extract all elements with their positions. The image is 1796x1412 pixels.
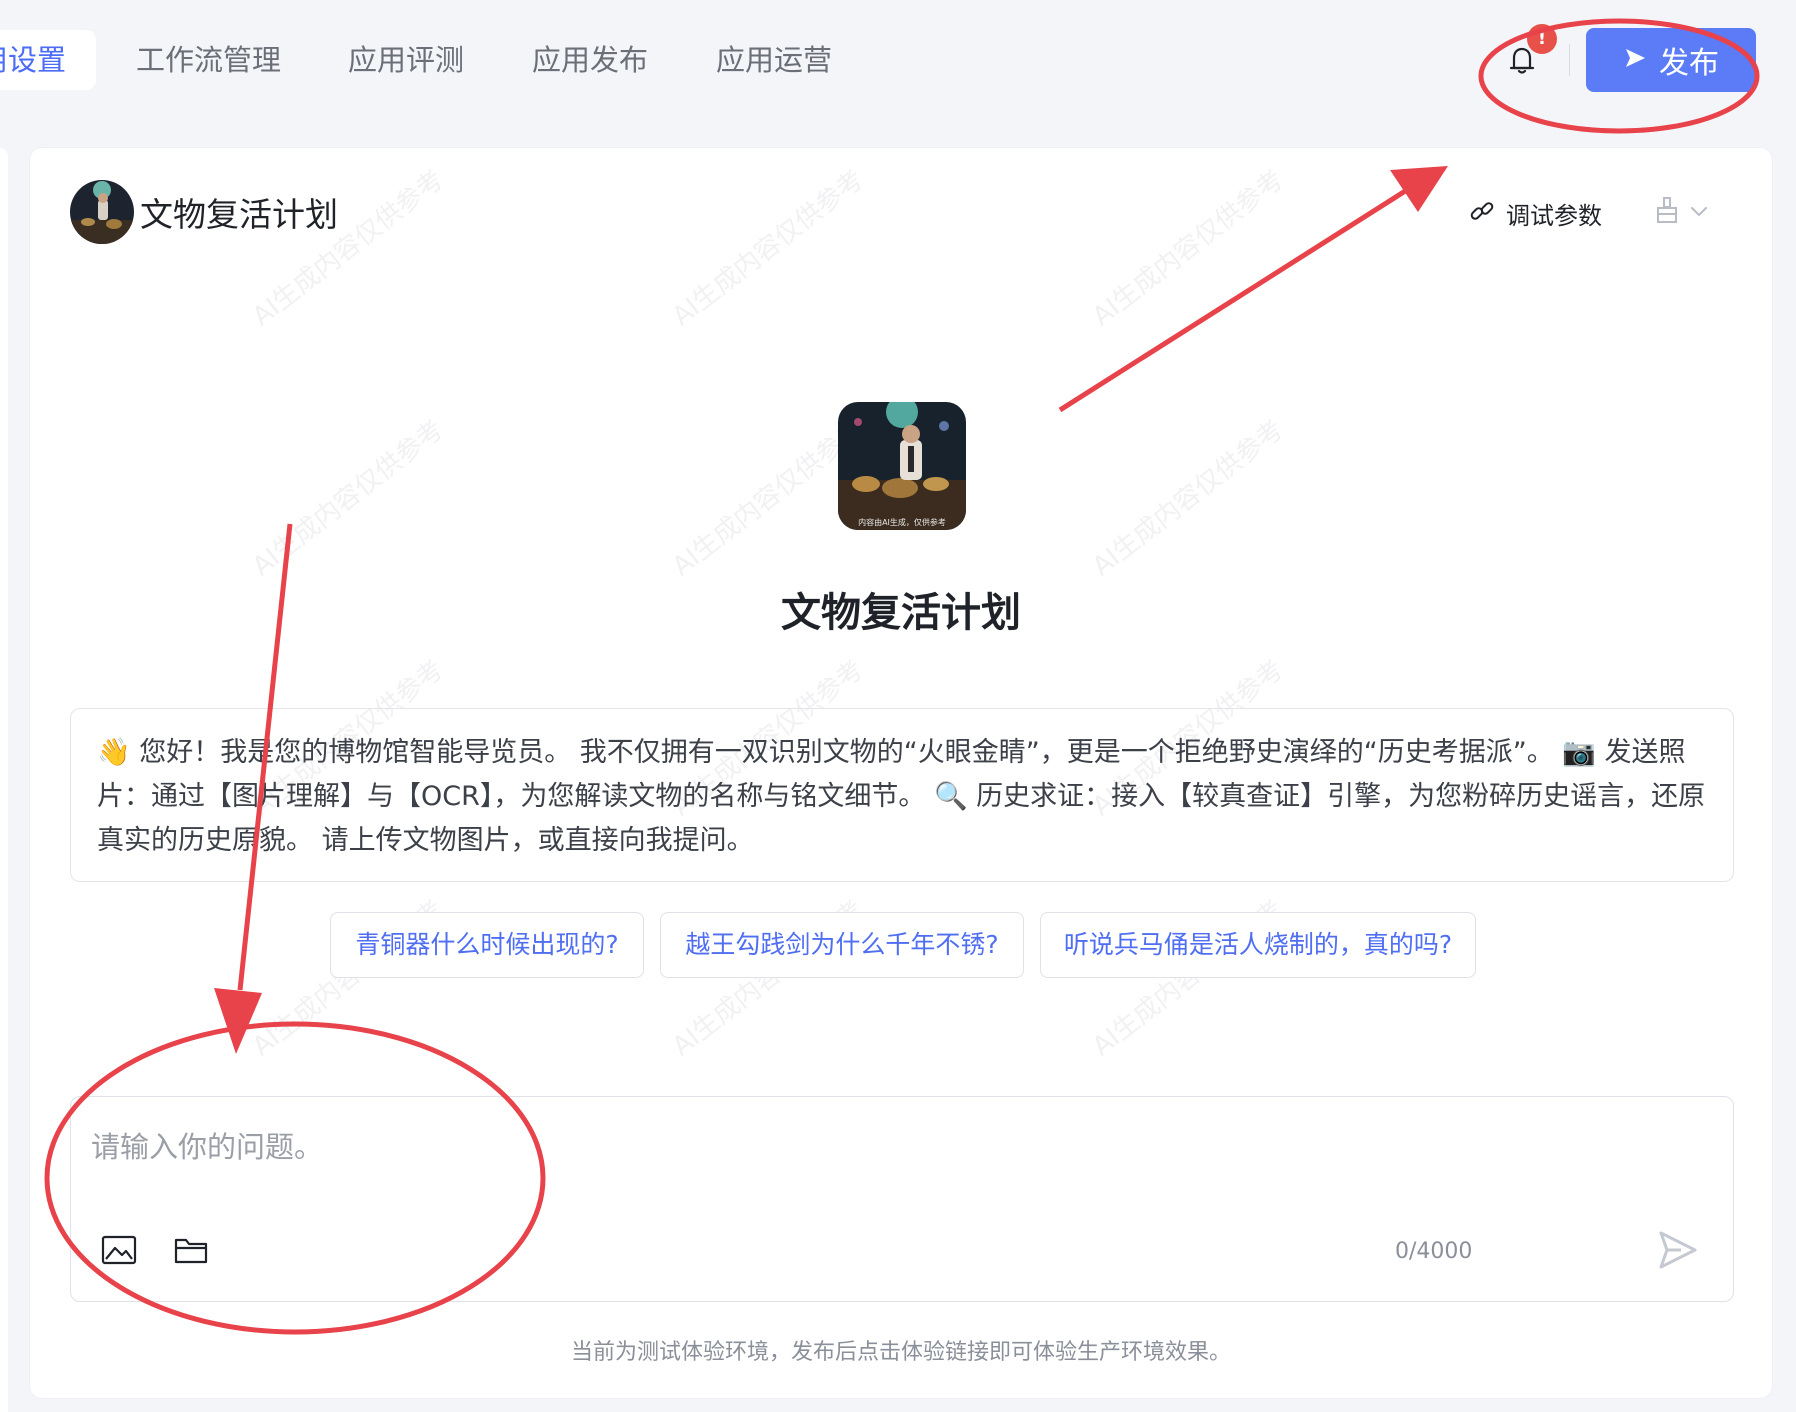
- link-icon: [1468, 197, 1496, 231]
- app-cover-image: 内容由AI生成，仅供参考: [838, 402, 966, 530]
- environment-note: 当前为测试体验环境，发布后点击体验链接即可体验生产环境效果。: [570, 1340, 1231, 1365]
- tab-app-operations[interactable]: 应用运营: [716, 30, 832, 90]
- chat-preview-card: AI生成内容仅供参考 AI生成内容仅供参考 AI生成内容仅供参考 AI生成内容仅…: [30, 148, 1772, 1398]
- send-arrow-icon: [1623, 43, 1647, 78]
- tab-app-settings[interactable]: 用设置: [0, 30, 96, 90]
- header-app-title: 文物复活计划: [140, 195, 338, 234]
- chevron-down-icon: [1690, 203, 1708, 222]
- image-upload-icon[interactable]: [101, 1235, 137, 1269]
- watermark: AI生成内容仅供参考: [1087, 414, 1290, 583]
- message-composer: 0/4000: [70, 1096, 1734, 1302]
- tab-app-evaluation[interactable]: 应用评测: [348, 30, 464, 90]
- top-nav: 用设置 工作流管理 应用评测 应用发布 应用运营 ! 发布: [0, 0, 1796, 130]
- watermark: AI生成内容仅供参考: [667, 164, 870, 333]
- suggestion-chip[interactable]: 听说兵马俑是活人烧制的，真的吗?: [1040, 912, 1476, 978]
- broom-icon: [1654, 196, 1680, 228]
- char-counter: 0/4000: [1395, 1239, 1473, 1264]
- debug-params-button[interactable]: 调试参数: [1468, 196, 1602, 231]
- notification-badge: !: [1527, 24, 1557, 54]
- tab-workflow-management[interactable]: 工作流管理: [136, 30, 281, 90]
- suggestion-chip[interactable]: 青铜器什么时候出现的?: [330, 912, 644, 978]
- welcome-title: 文物复活计划: [781, 590, 1021, 636]
- send-message-icon[interactable]: [1657, 1229, 1699, 1275]
- left-panel-edge: [0, 148, 8, 1412]
- app-avatar: [70, 180, 134, 244]
- divider: [1569, 44, 1570, 76]
- publish-button[interactable]: 发布: [1586, 28, 1756, 92]
- watermark: AI生成内容仅供参考: [247, 164, 450, 333]
- avatar-caption: 内容由AI生成，仅供参考: [858, 517, 946, 527]
- question-input[interactable]: [91, 1121, 1491, 1173]
- watermark: AI生成内容仅供参考: [247, 414, 450, 583]
- clear-history-dropdown[interactable]: [1654, 196, 1708, 228]
- watermark: AI生成内容仅供参考: [1087, 164, 1290, 333]
- welcome-message: 👋 您好！我是您的博物馆智能导览员。 我不仅拥有一双识别文物的“火眼金睛”，更是…: [70, 708, 1734, 882]
- suggestion-chip[interactable]: 越王勾践剑为什么千年不锈?: [660, 912, 1024, 978]
- tab-app-publish[interactable]: 应用发布: [532, 30, 648, 90]
- folder-upload-icon[interactable]: [173, 1235, 209, 1269]
